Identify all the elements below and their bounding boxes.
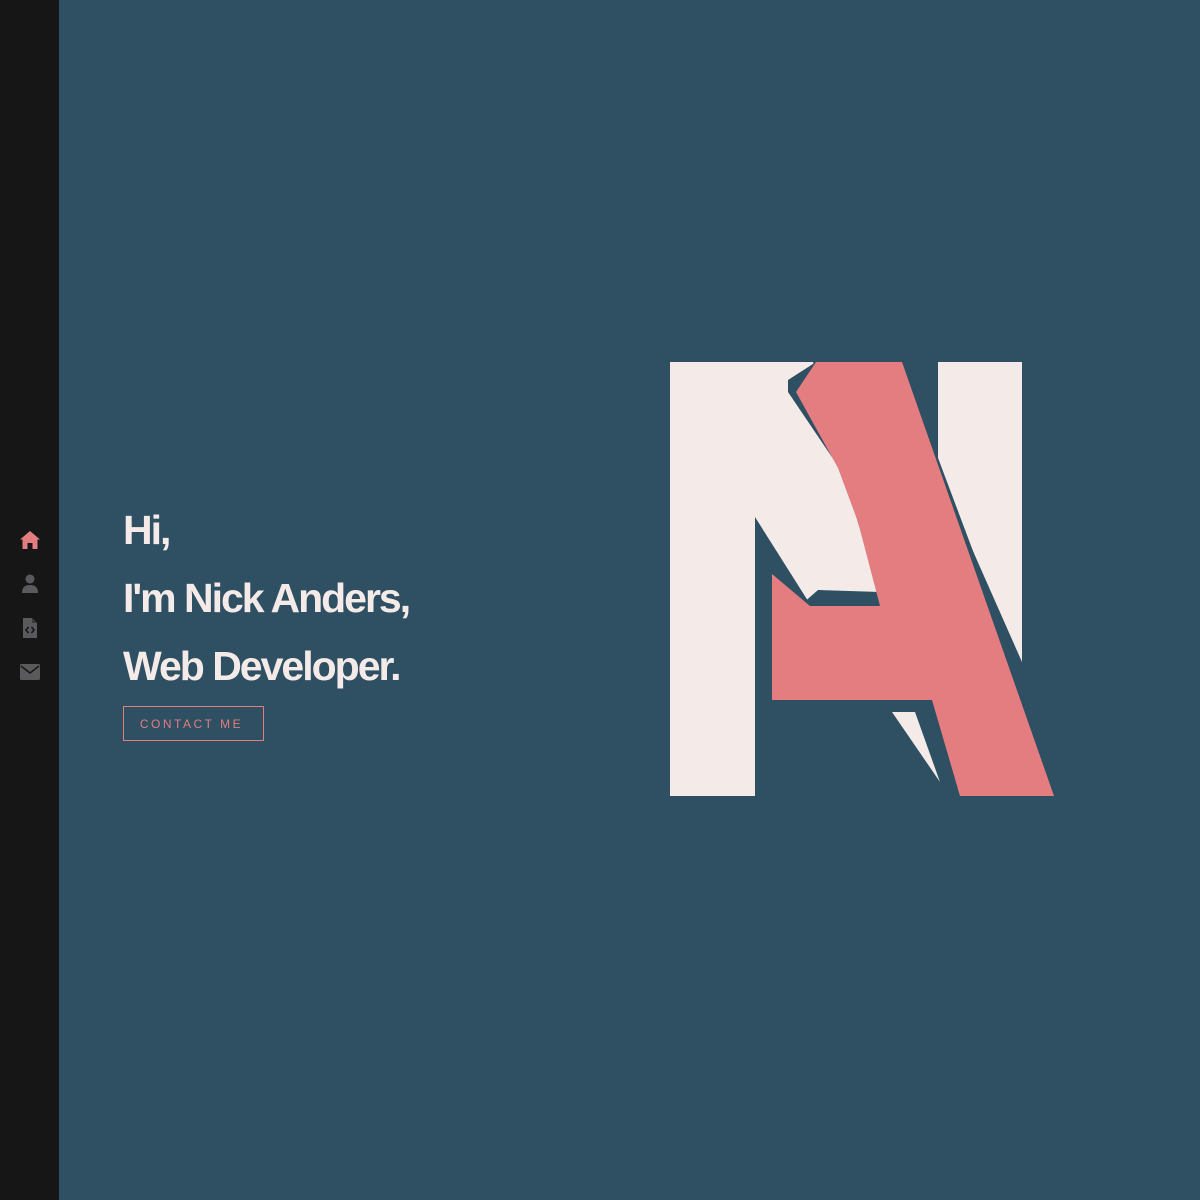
- na-monogram-logo: [670, 362, 1065, 803]
- file-code-icon: [22, 618, 38, 638]
- main-content: Hi, I'm Nick Anders, Web Developer. CONT…: [59, 0, 1200, 1200]
- sidebar-nav: [0, 518, 59, 694]
- sidebar-item-about[interactable]: [0, 562, 59, 606]
- hero-heading: Hi, I'm Nick Anders, Web Developer.: [123, 496, 411, 700]
- contact-me-button[interactable]: CONTACT ME: [123, 706, 264, 741]
- sidebar-item-contact[interactable]: [0, 650, 59, 694]
- user-icon: [21, 574, 39, 594]
- sidebar-item-portfolio[interactable]: [0, 606, 59, 650]
- logo-n-left-stem: [670, 362, 755, 796]
- home-icon: [19, 530, 41, 550]
- hero-name: I'm Nick Anders,: [123, 575, 411, 621]
- hero-greeting: Hi,: [123, 507, 171, 553]
- logo-n-tail: [892, 712, 940, 782]
- envelope-icon: [19, 664, 40, 680]
- sidebar-item-home[interactable]: [0, 518, 59, 562]
- sidebar: [0, 0, 59, 1200]
- hero-role: Web Developer.: [123, 643, 402, 689]
